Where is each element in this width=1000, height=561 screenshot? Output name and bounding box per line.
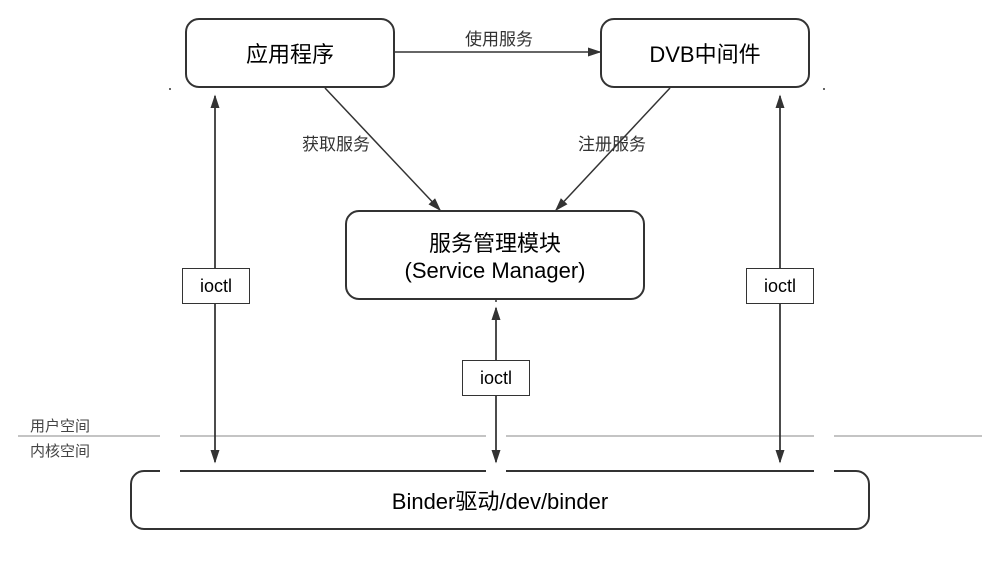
ioctl-left-2: ioctl	[182, 268, 250, 304]
user-space-label: 用户空间	[30, 415, 90, 436]
register-service-label: 注册服务	[578, 130, 646, 155]
svcmgr-line1: 服务管理模块	[429, 226, 561, 258]
ioctl-right-label-2: ioctl	[764, 276, 796, 297]
dvb-box: DVB中间件	[600, 18, 810, 88]
app-box: 应用程序	[185, 18, 395, 88]
ioctl-left-label-2: ioctl	[200, 276, 232, 297]
kernel-space-label: 内核空间	[30, 440, 90, 461]
app-label: 应用程序	[246, 37, 334, 69]
ioctl-right-2: ioctl	[746, 268, 814, 304]
service-manager-box: 服务管理模块 (Service Manager)	[345, 210, 645, 300]
ioctl-center-2: ioctl	[462, 360, 530, 396]
use-service-label: 使用服务	[465, 25, 533, 50]
binder-box: Binder驱动/dev/binder	[130, 470, 870, 530]
ioctl-center-label-2: ioctl	[480, 368, 512, 389]
binder-label: Binder驱动/dev/binder	[392, 484, 608, 516]
dvb-label: DVB中间件	[649, 37, 760, 69]
svcmgr-line2: (Service Manager)	[405, 258, 586, 284]
get-service-label: 获取服务	[302, 130, 370, 155]
